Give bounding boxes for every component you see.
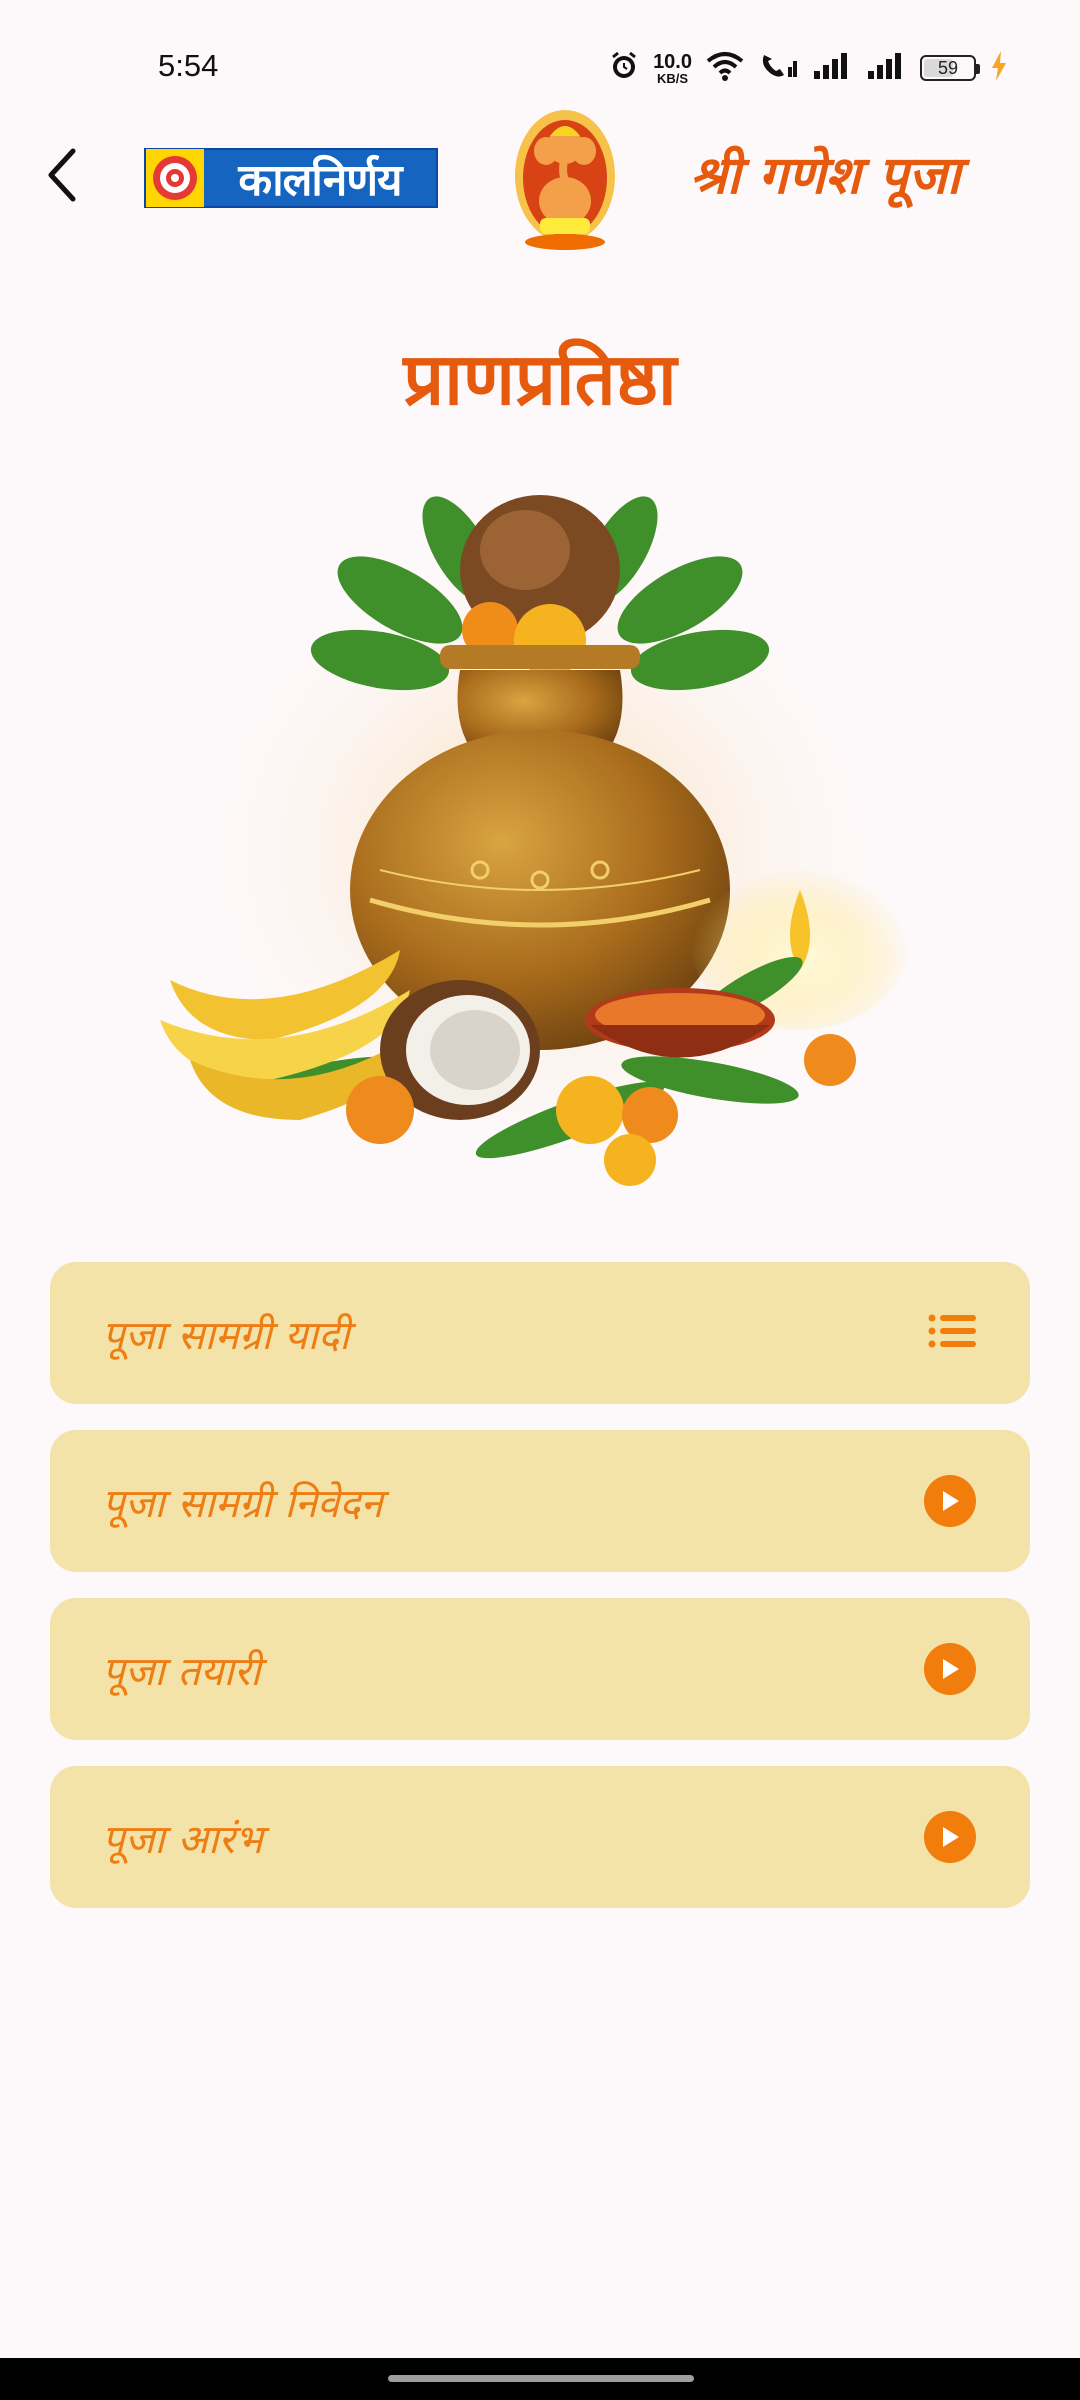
menu-item-label: पूजा तयारी (102, 1648, 261, 1695)
app-header: कालनिर्णय श्री गणेश पूजा (0, 100, 1080, 260)
menu-item-label: पूजा सामग्री निवेदन (102, 1480, 383, 1527)
home-gesture-handle[interactable] (388, 2375, 694, 2382)
play-icon (924, 1643, 976, 1695)
charging-icon (990, 51, 1008, 85)
play-icon (924, 1811, 976, 1863)
back-button[interactable] (28, 140, 98, 210)
menu-item-samagri-list[interactable]: पूजा सामग्री यादी (50, 1262, 1030, 1404)
brand-name: कालनिर्णय (238, 155, 402, 206)
chevron-left-icon (48, 148, 76, 202)
kalash-illustration (150, 470, 930, 1190)
net-speed-unit: KB/S (657, 70, 689, 86)
menu-item-label: पूजा सामग्री यादी (102, 1312, 350, 1359)
puja-menu: पूजा सामग्री यादी पूजा सामग्री निवेदन पू… (50, 1262, 1030, 1934)
play-icon (924, 1475, 976, 1527)
brand-logo: कालनिर्णय (144, 148, 438, 208)
menu-item-samagri-nivedan[interactable]: पूजा सामग्री निवेदन (50, 1430, 1030, 1572)
wifi-calling-icon (758, 51, 798, 85)
battery-icon: 59 (920, 55, 980, 81)
header-title: श्री गणेश पूजा (690, 145, 961, 206)
battery-level: 59 (937, 57, 959, 78)
signal-icon (812, 51, 852, 85)
list-icon (928, 1313, 976, 1353)
menu-item-label: पूजा आरंभ (102, 1816, 263, 1863)
menu-item-puja-aarambh[interactable]: पूजा आरंभ (50, 1766, 1030, 1908)
alarm-icon (609, 51, 639, 85)
wifi-icon (706, 51, 744, 85)
sun-emblem-icon (146, 149, 204, 207)
menu-item-puja-tayari[interactable]: पूजा तयारी (50, 1598, 1030, 1740)
signal-icon (866, 51, 906, 85)
page-title: प्राणप्रतिष्ठा (403, 336, 677, 421)
net-speed-value: 10.0 (653, 50, 692, 73)
system-nav-bar (0, 2358, 1080, 2400)
net-speed: 10.0 KB/S (653, 52, 692, 85)
status-icons: 10.0 KB/S 59 (609, 48, 1008, 88)
ganesha-image (510, 106, 620, 252)
status-time: 5:54 (158, 48, 219, 83)
